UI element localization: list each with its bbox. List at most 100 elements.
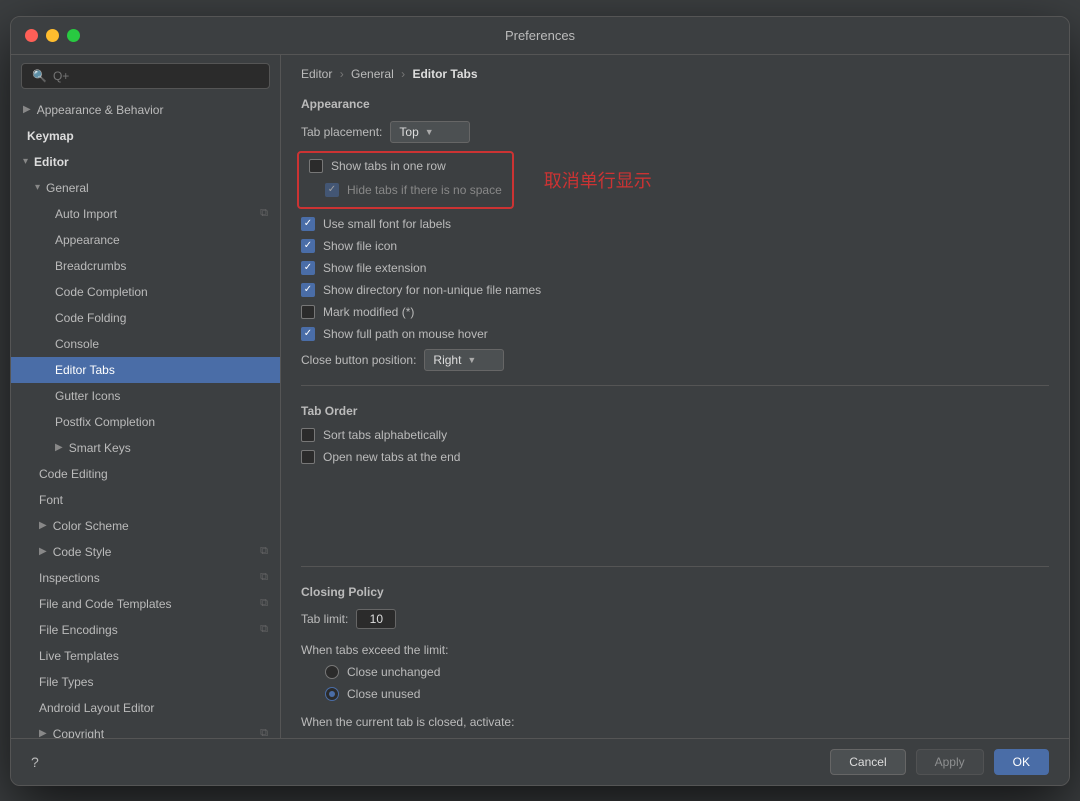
show-file-icon-checkbox[interactable] <box>301 239 315 253</box>
sidebar-item-breadcrumbs[interactable]: Breadcrumbs <box>11 253 280 279</box>
open-new-end-checkbox[interactable] <box>301 450 315 464</box>
show-file-ext-checkbox[interactable] <box>301 261 315 275</box>
sidebar-label: File Types <box>39 673 93 691</box>
close-button[interactable] <box>25 29 38 42</box>
dropdown-caret-icon: ▼ <box>425 127 434 137</box>
copy-icon: ⧉ <box>260 621 268 638</box>
close-unused-row[interactable]: Close unused <box>301 683 1049 705</box>
show-full-path-row[interactable]: Show full path on mouse hover <box>301 323 1049 345</box>
search-input[interactable] <box>53 69 259 83</box>
sidebar-item-postfix-completion[interactable]: Postfix Completion <box>11 409 280 435</box>
sidebar-label: Code Folding <box>55 309 126 327</box>
sidebar-item-live-templates[interactable]: Live Templates <box>11 643 280 669</box>
use-small-font-row[interactable]: Use small font for labels <box>301 213 1049 235</box>
sidebar-item-file-encodings[interactable]: File Encodings ⧉ <box>11 617 280 643</box>
sidebar-item-gutter-icons[interactable]: Gutter Icons <box>11 383 280 409</box>
sidebar-item-inspections[interactable]: Inspections ⧉ <box>11 565 280 591</box>
sidebar-item-android-layout-editor[interactable]: Android Layout Editor <box>11 695 280 721</box>
sidebar-label: Font <box>39 491 63 509</box>
sidebar-item-smart-keys[interactable]: ▶ Smart Keys <box>11 435 280 461</box>
ok-button[interactable]: OK <box>994 749 1049 775</box>
sort-alphabetically-row[interactable]: Sort tabs alphabetically <box>301 424 1049 446</box>
copy-icon: ⧉ <box>260 569 268 586</box>
current-tab-label: When the current tab is closed, activate… <box>301 715 514 729</box>
show-directory-checkbox[interactable] <box>301 283 315 297</box>
preferences-window: Preferences 🔍 ▶ Appearance & Behavior Ke… <box>10 16 1070 786</box>
mark-modified-row[interactable]: Mark modified (*) <box>301 301 1049 323</box>
maximize-button[interactable] <box>67 29 80 42</box>
sidebar-item-code-style[interactable]: ▶ Code Style ⧉ <box>11 539 280 565</box>
sort-alphabetically-checkbox[interactable] <box>301 428 315 442</box>
close-button-position-value: Right <box>433 353 461 367</box>
arrow-icon: ▶ <box>39 726 47 738</box>
sidebar-label: Gutter Icons <box>55 387 120 405</box>
use-small-font-checkbox[interactable] <box>301 217 315 231</box>
open-new-end-label: Open new tabs at the end <box>323 450 460 464</box>
sidebar-item-color-scheme[interactable]: ▶ Color Scheme <box>11 513 280 539</box>
show-file-icon-row[interactable]: Show file icon <box>301 235 1049 257</box>
close-button-position-row: Close button position: Right ▼ <box>301 345 1049 375</box>
exceed-limit-label-row: When tabs exceed the limit: <box>301 639 1049 661</box>
use-small-font-label: Use small font for labels <box>323 217 451 231</box>
sidebar-item-code-editing[interactable]: Code Editing <box>11 461 280 487</box>
sidebar-item-auto-import[interactable]: Auto Import ⧉ <box>11 201 280 227</box>
hide-tabs-checkbox[interactable] <box>325 183 339 197</box>
sidebar-item-file-code-templates[interactable]: File and Code Templates ⧉ <box>11 591 280 617</box>
sidebar-item-code-folding[interactable]: Code Folding <box>11 305 280 331</box>
sidebar-label: Copyright <box>53 725 104 738</box>
show-file-ext-row[interactable]: Show file extension <box>301 257 1049 279</box>
sidebar-label: Color Scheme <box>53 517 129 535</box>
help-button[interactable]: ? <box>31 754 39 770</box>
main-content: 🔍 ▶ Appearance & Behavior Keymap ▾ Edito… <box>11 55 1069 738</box>
close-unchanged-label: Close unchanged <box>347 665 440 679</box>
sidebar-item-file-types[interactable]: File Types <box>11 669 280 695</box>
annotation-text: 取消单行显示 <box>544 167 652 193</box>
close-unchanged-radio[interactable] <box>325 665 339 679</box>
show-directory-row[interactable]: Show directory for non-unique file names <box>301 279 1049 301</box>
sidebar-item-code-completion[interactable]: Code Completion <box>11 279 280 305</box>
sidebar-item-editor[interactable]: ▾ Editor <box>11 149 280 175</box>
cancel-button[interactable]: Cancel <box>830 749 905 775</box>
tab-placement-dropdown[interactable]: Top ▼ <box>390 121 470 143</box>
sidebar-item-general[interactable]: ▾ General <box>11 175 280 201</box>
footer: ? Cancel Apply OK <box>11 738 1069 785</box>
sidebar-item-copyright[interactable]: ▶ Copyright ⧉ <box>11 721 280 738</box>
sidebar-item-keymap[interactable]: Keymap <box>11 123 280 149</box>
divider-2 <box>301 566 1049 567</box>
show-tabs-checkbox[interactable] <box>309 159 323 173</box>
close-unused-radio[interactable] <box>325 687 339 701</box>
show-full-path-label: Show full path on mouse hover <box>323 327 488 341</box>
breadcrumb-editor: Editor <box>301 67 332 81</box>
show-tabs-label: Show tabs in one row <box>331 159 446 173</box>
sidebar-item-appearance[interactable]: Appearance <box>11 227 280 253</box>
closing-policy-settings: Tab limit: When tabs exceed the limit: C… <box>281 605 1069 738</box>
tab-order-settings: Sort tabs alphabetically Open new tabs a… <box>281 424 1069 557</box>
sidebar-label: File Encodings <box>39 621 118 639</box>
settings-area: Tab placement: Top ▼ Show tabs in one ro… <box>281 117 1069 375</box>
sidebar-item-appearance-behavior[interactable]: ▶ Appearance & Behavior <box>11 97 280 123</box>
apply-button[interactable]: Apply <box>916 749 984 775</box>
sidebar-label: File and Code Templates <box>39 595 172 613</box>
tab-limit-input[interactable] <box>356 609 396 629</box>
show-full-path-checkbox[interactable] <box>301 327 315 341</box>
tab-limit-row: Tab limit: <box>301 605 1049 633</box>
exceed-limit-label: When tabs exceed the limit: <box>301 643 448 657</box>
mark-modified-checkbox[interactable] <box>301 305 315 319</box>
arrow-icon: ▶ <box>39 544 47 559</box>
sidebar-label: Editor Tabs <box>55 361 115 379</box>
sidebar-item-font[interactable]: Font <box>11 487 280 513</box>
sidebar-label: Editor <box>34 153 69 171</box>
search-box[interactable]: 🔍 <box>21 63 270 89</box>
minimize-button[interactable] <box>46 29 59 42</box>
close-unused-label: Close unused <box>347 687 420 701</box>
close-unchanged-row[interactable]: Close unchanged <box>301 661 1049 683</box>
show-tabs-row[interactable]: Show tabs in one row <box>309 159 502 173</box>
open-new-end-row[interactable]: Open new tabs at the end <box>301 446 1049 468</box>
sidebar-item-editor-tabs[interactable]: Editor Tabs <box>11 357 280 383</box>
divider-1 <box>301 385 1049 386</box>
hide-tabs-row[interactable]: Hide tabs if there is no space <box>309 179 502 201</box>
mark-modified-label: Mark modified (*) <box>323 305 414 319</box>
close-button-position-dropdown[interactable]: Right ▼ <box>424 349 504 371</box>
closing-policy-section-title: Closing Policy <box>281 577 1069 605</box>
sidebar-item-console[interactable]: Console <box>11 331 280 357</box>
